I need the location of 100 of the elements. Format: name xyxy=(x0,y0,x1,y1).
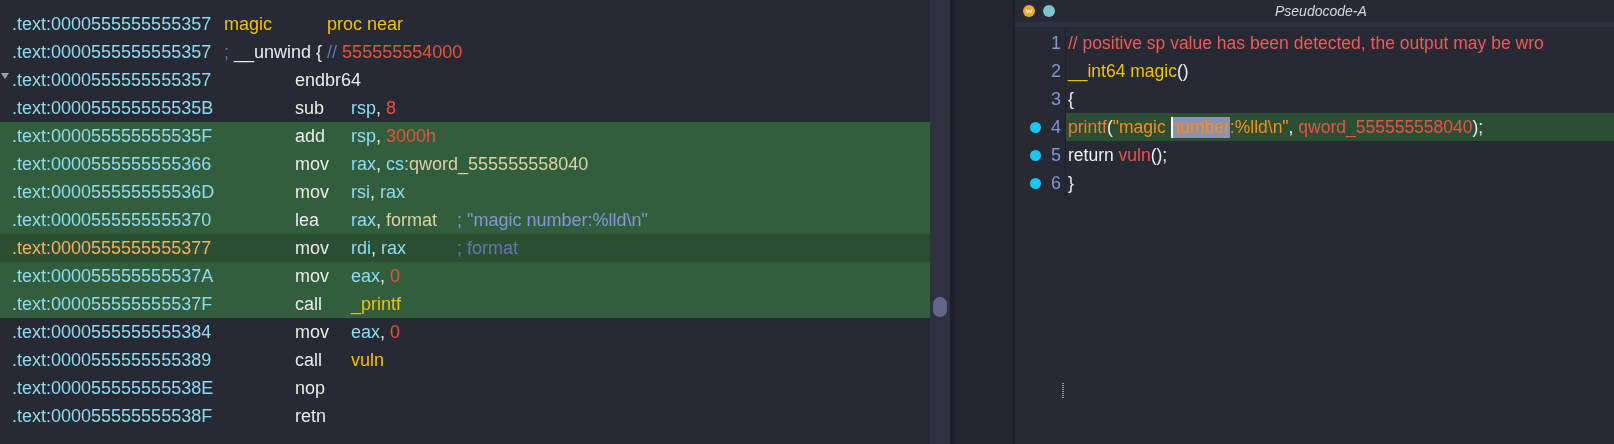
breakpoint-dot-icon[interactable] xyxy=(1030,177,1041,189)
address: .text:0000555555555357 xyxy=(12,13,213,35)
scrollbar-thumb[interactable] xyxy=(933,297,947,317)
operand: rax xyxy=(351,209,376,230)
operand: 8 xyxy=(386,97,397,118)
operand: vuln xyxy=(351,349,385,370)
mnemonic: call xyxy=(295,293,323,315)
operand: eax xyxy=(351,265,381,286)
window-title: Pseudocode-A xyxy=(1275,3,1367,19)
code-token: // positive sp value has been detected, the output may be wro xyxy=(1068,32,1544,54)
operand: rsp xyxy=(351,125,376,146)
address: .text:0000555555555357 xyxy=(12,69,213,91)
code-token: ( xyxy=(1106,116,1113,138)
operand: rsp xyxy=(351,97,376,118)
scrollbar[interactable] xyxy=(930,0,950,444)
code-token: (); xyxy=(1150,144,1168,166)
selected-row[interactable]: .text:000055555555537A mov eax, 0 xyxy=(0,262,930,290)
operand: rax xyxy=(351,153,376,174)
selected-row[interactable]: .text:000055555555535F add rsp, 3000h xyxy=(0,122,930,150)
status-dot-icon[interactable] xyxy=(1043,5,1055,17)
address: .text:0000555555555357 xyxy=(12,41,213,63)
address: .text:000055555555537F xyxy=(12,293,214,315)
code-token: "magic xyxy=(1112,116,1167,138)
operand: , xyxy=(376,125,383,146)
selected-row[interactable]: .text:000055555555537F call _printf xyxy=(0,290,930,318)
coin-icon[interactable] xyxy=(1023,5,1035,17)
operand: rax xyxy=(380,181,406,202)
mnemonic: add xyxy=(295,125,327,147)
code-token: return xyxy=(1068,144,1115,166)
operand: , xyxy=(371,237,378,258)
code-token: () xyxy=(1176,60,1189,82)
mnemonic: call xyxy=(295,349,323,371)
operand: rax xyxy=(381,237,407,258)
mnemonic: mov xyxy=(295,153,330,175)
code-token: printf xyxy=(1068,116,1107,138)
code-token: vuln xyxy=(1118,144,1151,166)
operand: , xyxy=(380,321,387,342)
operand: rsi xyxy=(351,181,370,202)
mnemonic: mov xyxy=(295,321,330,343)
operand: format xyxy=(386,209,438,230)
address: .text:0000555555555389 xyxy=(12,349,213,371)
comment-token: 555555554000 xyxy=(342,41,463,63)
selected-text: number xyxy=(1170,116,1230,138)
selected-row[interactable]: .text:0000555555555370 lea rax, format ; "magic number:%lld\n" xyxy=(0,206,930,234)
mnemonic: endbr64 xyxy=(295,69,362,91)
collapse-caret-icon[interactable] xyxy=(1,73,9,79)
breakpoint-dot-icon[interactable] xyxy=(1030,121,1041,133)
operand: , xyxy=(376,209,383,230)
mnemonic: retn xyxy=(295,405,328,427)
address: .text:0000555555555384 xyxy=(12,321,213,343)
breakpoint-dot-icon[interactable] xyxy=(1030,149,1041,161)
operand: , xyxy=(376,97,383,118)
address: .text:000055555555536D xyxy=(12,181,216,203)
line-number: 5 xyxy=(1051,144,1061,166)
comment: ; format xyxy=(457,237,518,259)
operand: _printf xyxy=(351,293,402,314)
address: .text:000055555555535B xyxy=(12,97,215,119)
address: .text:000055555555538F xyxy=(12,405,214,427)
mnemonic: sub xyxy=(295,97,326,119)
line-number: 4 xyxy=(1051,116,1061,138)
operand: cs: xyxy=(386,153,410,174)
operand: qword_555555558040 xyxy=(409,153,589,174)
selected-row[interactable]: .text:0000555555555377 mov rdi, rax ; format xyxy=(0,234,930,262)
code-token: { xyxy=(1068,88,1074,110)
function-label: magic xyxy=(224,13,273,35)
operand: , xyxy=(380,265,387,286)
code-token: ); xyxy=(1472,116,1484,137)
operand: , xyxy=(376,153,383,174)
code-token: __int64 magic xyxy=(1068,60,1177,82)
address: .text:0000555555555366 xyxy=(12,153,213,175)
operand: , xyxy=(370,181,376,202)
address: .text:000055555555537A xyxy=(12,265,215,287)
operand: rdi xyxy=(351,237,371,258)
mnemonic: lea xyxy=(295,209,321,231)
mnemonic: mov xyxy=(295,237,330,259)
text-cursor xyxy=(1170,116,1173,138)
code-token: } xyxy=(1068,172,1074,194)
code-token: , xyxy=(1288,116,1295,138)
mnemonic: mov xyxy=(295,181,330,203)
comment-token: ; xyxy=(224,41,230,63)
comment: ; "magic number:%lld\n" xyxy=(457,209,648,231)
code-token: qword_555555558040 xyxy=(1298,116,1473,138)
operand: 3000h xyxy=(386,125,437,146)
selected-row[interactable]: .text:000055555555536D mov rsi, rax xyxy=(0,178,930,206)
address: .text:000055555555538E xyxy=(12,377,215,399)
comment-token: __unwind { xyxy=(234,41,324,63)
address: .text:0000555555555370 xyxy=(12,209,213,231)
selected-row[interactable]: .text:0000555555555366 mov rax, cs:qword_555555558040 xyxy=(0,150,930,178)
line-number: 1 xyxy=(1051,32,1061,54)
operand: eax xyxy=(351,321,381,342)
mnemonic: mov xyxy=(295,265,330,287)
comment-token: // xyxy=(327,41,339,63)
line-number: 2 xyxy=(1051,60,1061,82)
line-number: 3 xyxy=(1051,88,1061,110)
address: .text:0000555555555377 xyxy=(12,237,213,259)
directive: proc near xyxy=(327,13,405,35)
address: .text:000055555555535F xyxy=(12,125,214,147)
operand: 0 xyxy=(390,321,401,342)
mnemonic: nop xyxy=(295,377,327,399)
line-number: 6 xyxy=(1051,172,1061,194)
